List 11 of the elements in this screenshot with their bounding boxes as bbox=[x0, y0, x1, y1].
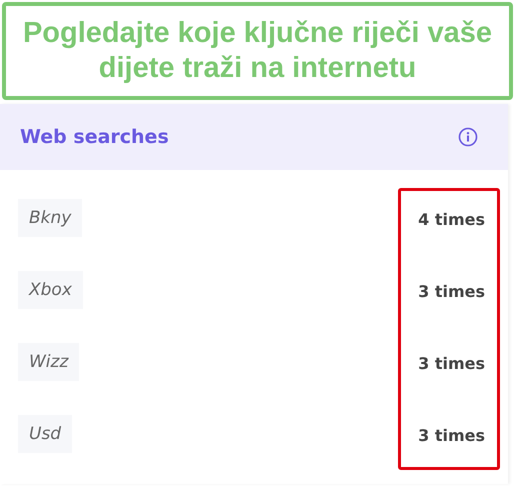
search-count: 3 times bbox=[418, 352, 485, 374]
info-icon[interactable] bbox=[458, 127, 478, 147]
banner-caption: Pogledajte koje ključne riječi vaše dijete traži na internetu bbox=[22, 16, 492, 86]
search-count: 4 times bbox=[418, 208, 485, 230]
search-count: 3 times bbox=[418, 280, 485, 302]
search-term: Wizz bbox=[18, 343, 80, 381]
search-term: Bkny bbox=[18, 199, 82, 237]
panel-title: Web searches bbox=[20, 126, 169, 148]
search-term: Xbox bbox=[18, 271, 83, 309]
search-count: 3 times bbox=[418, 424, 485, 446]
search-term: Usd bbox=[18, 415, 72, 453]
